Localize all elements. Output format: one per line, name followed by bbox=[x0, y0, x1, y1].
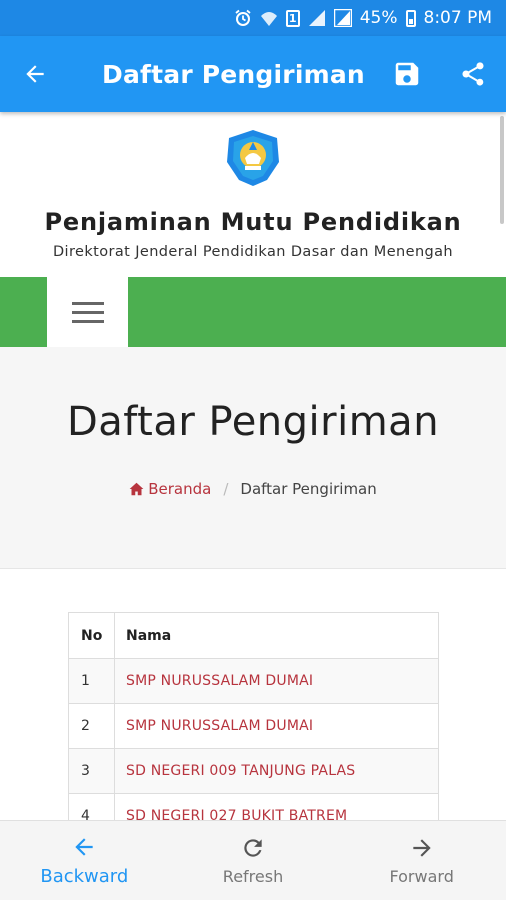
breadcrumb-current: Daftar Pengiriman bbox=[240, 480, 377, 498]
share-button[interactable] bbox=[440, 36, 506, 112]
breadcrumb: Beranda / Daftar Pengiriman bbox=[0, 480, 506, 498]
table-row: 3 SD NEGERI 009 TANJUNG PALAS bbox=[68, 748, 439, 794]
breadcrumb-separator: / bbox=[223, 480, 229, 498]
app-bar-title: Daftar Pengiriman bbox=[102, 59, 365, 89]
school-link[interactable]: SMP NURUSSALAM DUMAI bbox=[114, 703, 439, 749]
row-number: 3 bbox=[68, 748, 115, 794]
column-header-nama: Nama bbox=[114, 612, 439, 659]
column-header-no: No bbox=[68, 612, 115, 659]
arrow-forward-icon bbox=[413, 839, 431, 857]
backward-label: Backward bbox=[40, 866, 129, 887]
app-bar: Daftar Pengiriman bbox=[0, 36, 506, 112]
school-link[interactable]: SMP NURUSSALAM DUMAI bbox=[114, 658, 439, 704]
share-icon bbox=[462, 62, 484, 86]
home-icon bbox=[129, 482, 144, 496]
refresh-icon bbox=[244, 839, 262, 857]
status-bar: 1 45% 8:07 PM bbox=[0, 0, 506, 36]
shipment-table: No Nama 1 SMP NURUSSALAM DUMAI 2 SMP NUR… bbox=[68, 612, 439, 820]
row-number: 4 bbox=[68, 793, 115, 820]
backward-button[interactable]: Backward bbox=[0, 821, 169, 900]
refresh-label: Refresh bbox=[222, 867, 284, 886]
signal-icon bbox=[333, 8, 352, 28]
table-row: 2 SMP NURUSSALAM DUMAI bbox=[68, 703, 439, 749]
forward-button[interactable]: Forward bbox=[337, 821, 506, 900]
arrow-back-icon bbox=[75, 838, 93, 856]
table-header-row: No Nama bbox=[68, 612, 439, 659]
hamburger-menu-button[interactable] bbox=[47, 277, 128, 347]
page-title: Daftar Pengiriman bbox=[66, 399, 440, 445]
table-row: 4 SD NEGERI 027 BUKIT BATREM bbox=[68, 793, 439, 820]
hamburger-icon bbox=[71, 301, 104, 305]
bottom-navigation: Backward Refresh Forward bbox=[0, 820, 506, 900]
wifi-icon bbox=[260, 8, 278, 28]
site-title: Penjaminan Mutu Pendidikan bbox=[44, 208, 462, 236]
row-number: 1 bbox=[68, 658, 115, 704]
breadcrumb-home-label: Beranda bbox=[148, 480, 212, 498]
site-subtitle: Direktorat Jenderal Pendidikan Dasar dan… bbox=[52, 244, 454, 260]
back-button[interactable] bbox=[0, 36, 70, 112]
save-icon bbox=[395, 62, 419, 86]
refresh-button[interactable]: Refresh bbox=[169, 821, 338, 900]
signal-icon bbox=[308, 8, 326, 28]
arrow-back-icon bbox=[26, 65, 44, 83]
webview[interactable]: Penjaminan Mutu Pendidikan Direktorat Je… bbox=[0, 112, 506, 820]
battery-percent: 45% bbox=[359, 8, 398, 28]
battery-icon bbox=[405, 8, 416, 28]
site-navbar bbox=[0, 277, 506, 347]
school-link[interactable]: SD NEGERI 027 BUKIT BATREM bbox=[114, 793, 439, 820]
forward-label: Forward bbox=[389, 867, 454, 886]
tut-wuri-handayani-logo bbox=[227, 130, 279, 186]
sim-icon: 1 bbox=[285, 8, 300, 28]
row-number: 2 bbox=[68, 703, 115, 749]
alarm-icon bbox=[234, 8, 252, 28]
school-link[interactable]: SD NEGERI 009 TANJUNG PALAS bbox=[114, 748, 439, 794]
breadcrumb-home-link[interactable]: Beranda bbox=[129, 480, 211, 498]
save-button[interactable] bbox=[374, 36, 440, 112]
clock: 8:07 PM bbox=[423, 8, 493, 28]
table-row: 1 SMP NURUSSALAM DUMAI bbox=[68, 658, 439, 704]
page-header: Daftar Pengiriman Beranda / Daftar Pengi… bbox=[0, 347, 506, 569]
